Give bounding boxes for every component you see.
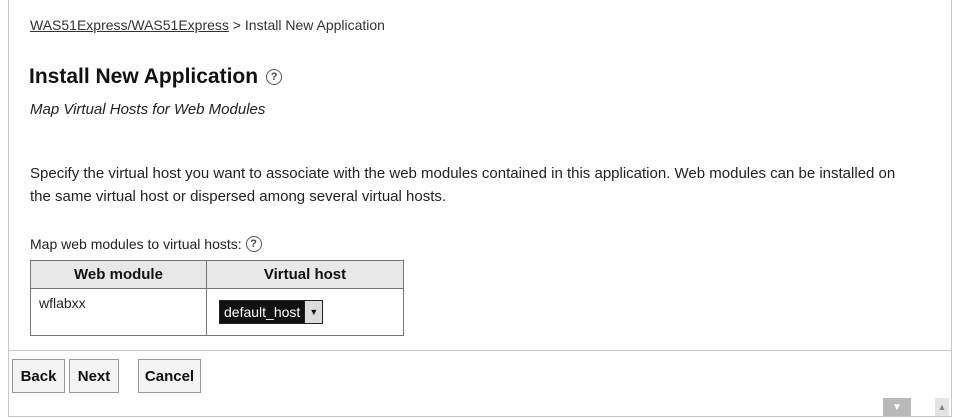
page-subtitle: Map Virtual Hosts for Web Modules — [30, 101, 266, 118]
column-header-virtual-host: Virtual host — [206, 260, 404, 289]
cancel-button[interactable]: Cancel — [138, 359, 201, 393]
table-row: wflabxx default_host ▼ — [30, 288, 404, 336]
back-button[interactable]: Back — [12, 359, 65, 393]
step-description: Specify the virtual host you want to ass… — [30, 165, 896, 205]
virtual-host-cell: default_host ▼ — [206, 288, 404, 336]
breadcrumb-separator: > — [228, 17, 245, 33]
question-circle-icon[interactable]: ? — [245, 236, 262, 252]
column-header-web-module: Web module — [30, 260, 207, 289]
table-header-row: Web module Virtual host — [30, 260, 404, 289]
virtual-host-select[interactable]: default_host ▼ — [219, 300, 324, 324]
chevron-down-icon[interactable]: ▼ — [304, 301, 323, 323]
breadcrumb-current: Install New Application — [244, 17, 385, 33]
divider — [9, 350, 951, 351]
mapping-label-row: Map web modules to virtual hosts: ? — [30, 236, 262, 252]
web-module-cell: wflabxx — [30, 288, 207, 336]
breadcrumb: WAS51Express/WAS51Express > Install New … — [30, 17, 385, 33]
question-circle-icon[interactable]: ? — [266, 69, 283, 85]
page-title: Install New Application — [29, 65, 259, 88]
next-button[interactable]: Next — [69, 359, 119, 393]
virtual-host-select-value: default_host — [220, 301, 305, 323]
content-frame: WAS51Express/WAS51Express > Install New … — [8, 0, 952, 417]
virtual-host-mapping-table: Web module Virtual host wflabxx default_… — [30, 260, 404, 336]
title-row: Install New Application ? — [29, 65, 283, 89]
scroll-up-icon[interactable]: ▲ — [935, 398, 949, 416]
mapping-label: Map web modules to virtual hosts: — [30, 236, 242, 252]
breadcrumb-link-server[interactable]: WAS51Express/WAS51Express — [30, 17, 229, 33]
scroll-down-icon[interactable]: ▼ — [883, 398, 911, 416]
